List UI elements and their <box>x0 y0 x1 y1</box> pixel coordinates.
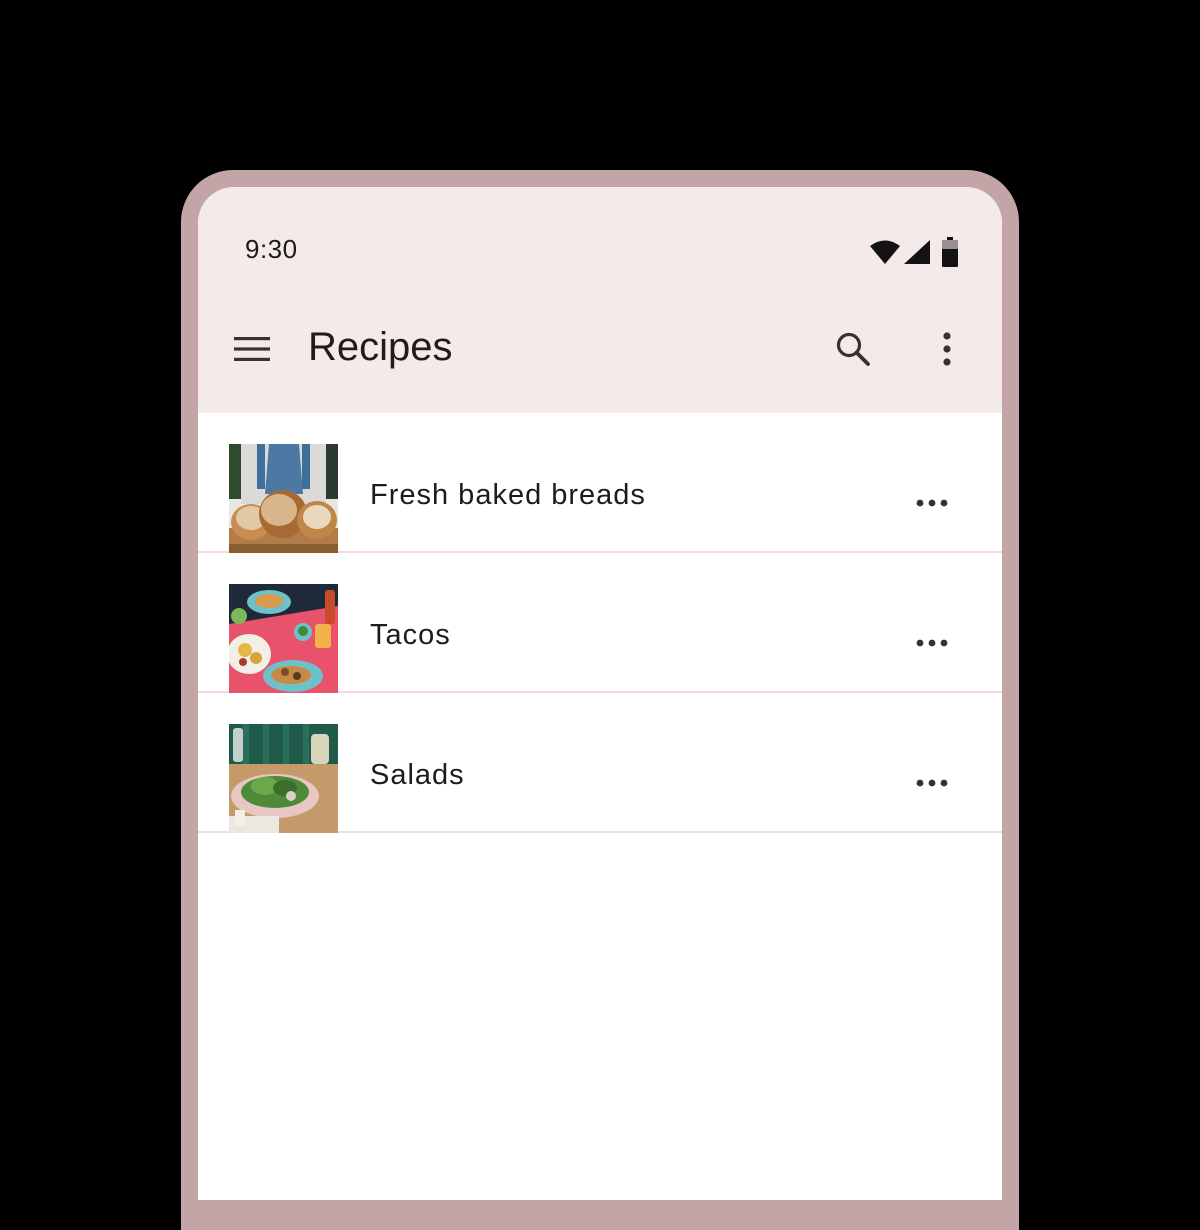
page-title: Recipes <box>308 325 453 369</box>
item-more-button[interactable] <box>908 759 956 807</box>
top-app-bar: Recipes <box>198 307 1002 391</box>
item-more-button[interactable] <box>908 479 956 527</box>
wifi-icon <box>870 240 900 264</box>
tacos-thumbnail <box>229 584 338 693</box>
battery-icon <box>942 237 958 267</box>
cellular-signal-icon <box>904 240 930 264</box>
more-horiz-icon <box>916 494 948 512</box>
menu-button[interactable] <box>228 327 276 375</box>
top-app-bar-area: 9:30 Recipes <box>198 187 1002 413</box>
phone-screen: 9:30 Recipes Fresh baked breads Tacos Sa… <box>198 187 1002 1200</box>
list-item[interactable]: Salads <box>198 693 1002 833</box>
list-item[interactable]: Tacos <box>198 553 1002 693</box>
list-item-label: Fresh baked breads <box>370 479 646 511</box>
more-horiz-icon <box>916 774 948 792</box>
overflow-menu-button[interactable] <box>923 327 971 375</box>
status-bar-icons <box>870 236 958 268</box>
list-item-label: Tacos <box>370 619 451 651</box>
status-bar-time: 9:30 <box>245 234 298 264</box>
more-vert-icon <box>942 331 952 371</box>
search-icon <box>835 331 871 372</box>
menu-icon <box>234 336 270 366</box>
search-button[interactable] <box>829 327 877 375</box>
list-item[interactable]: Fresh baked breads <box>198 413 1002 553</box>
list-item-label: Salads <box>370 759 465 791</box>
bread-thumbnail <box>229 444 338 553</box>
recipe-list: Fresh baked breads Tacos Salads <box>198 413 1002 833</box>
item-more-button[interactable] <box>908 619 956 667</box>
salad-thumbnail <box>229 724 338 833</box>
more-horiz-icon <box>916 634 948 652</box>
